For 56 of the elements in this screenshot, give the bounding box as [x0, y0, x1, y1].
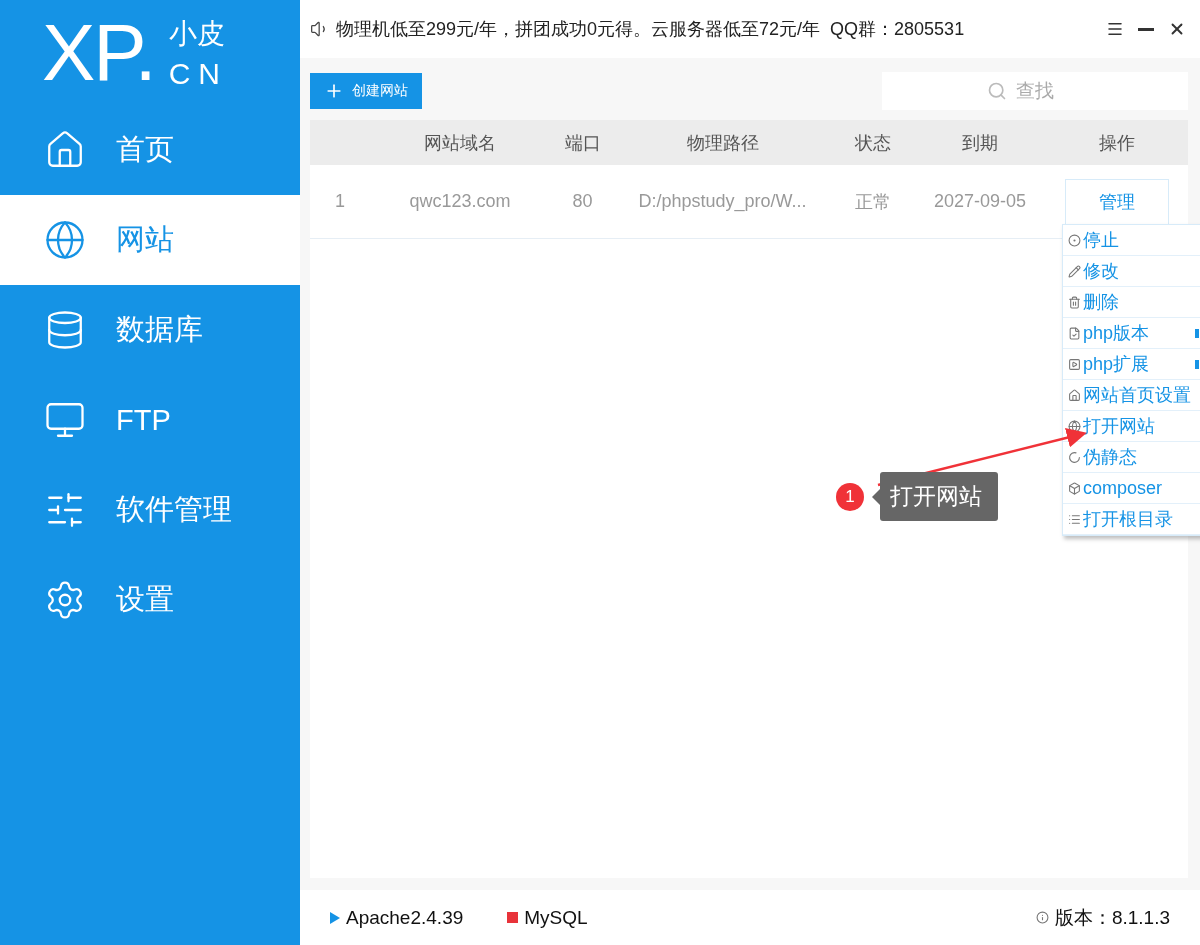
- table-cell-text: 2027-09-05: [932, 191, 1028, 212]
- pencil-icon: [1068, 264, 1081, 278]
- table-cell-text: qwc123.com: [408, 191, 512, 212]
- menu-icon: [1106, 20, 1124, 38]
- menu-item[interactable]: php版本: [1063, 318, 1200, 349]
- menu-item[interactable]: 伪静态: [1063, 442, 1200, 473]
- menu-item[interactable]: 修改: [1063, 256, 1200, 287]
- column-header: 状态: [853, 131, 892, 155]
- table-cell-text: 80: [571, 191, 594, 212]
- service-status[interactable]: MySQL: [507, 906, 588, 929]
- annotation-tooltip: 打开网站: [880, 472, 998, 521]
- table-cell-text: 1: [334, 191, 346, 212]
- stop-icon: [507, 912, 519, 923]
- list-icon: [1068, 512, 1081, 526]
- sidebar-item[interactable]: 软件管理: [0, 465, 300, 555]
- menu-item[interactable]: 网站首页设置: [1063, 380, 1200, 411]
- version-text: 版本：8.1.1.3: [1054, 905, 1170, 930]
- globe-icon: [44, 219, 86, 261]
- sidebar-item[interactable]: 首页: [0, 105, 300, 195]
- trash-icon: [1068, 295, 1081, 309]
- create-site-button[interactable]: 创建网站: [310, 73, 422, 109]
- menu-item[interactable]: 停止: [1063, 225, 1200, 256]
- column-header: 网站域名: [423, 131, 497, 155]
- menu-item[interactable]: 删除: [1063, 287, 1200, 318]
- logo-subtitle: CN: [168, 56, 228, 91]
- ring-icon: [1068, 450, 1081, 464]
- minimize-icon: [1138, 27, 1154, 31]
- column-header: 操作: [1097, 131, 1136, 155]
- dot-circle-icon: [1068, 233, 1081, 247]
- table-cell-text: 正常: [853, 190, 892, 214]
- menu-item[interactable]: php扩展: [1063, 349, 1200, 380]
- sidebar-item[interactable]: 网站: [0, 195, 300, 285]
- menu-item[interactable]: 打开根目录: [1063, 504, 1200, 535]
- house-icon: [1068, 388, 1081, 402]
- search-field[interactable]: 查找: [882, 72, 1188, 110]
- file-icon: [1068, 326, 1081, 340]
- sidebar-item[interactable]: 设置: [0, 555, 300, 645]
- manage-button[interactable]: 管理: [1064, 178, 1169, 225]
- logo-title: 小皮: [168, 16, 226, 51]
- notice-text: 物理机低至299元/年，拼团成功0元得。云服务器低至72元/年 QQ群：2805531: [336, 18, 966, 41]
- menu-item[interactable]: composer: [1063, 473, 1200, 504]
- sidebar-item[interactable]: 数据库: [0, 285, 300, 375]
- service-status[interactable]: Apache2.4.39: [330, 906, 464, 929]
- info-icon: [1035, 911, 1049, 924]
- column-header: 物理路径: [685, 131, 760, 155]
- table-cell-text: D:/phpstudy_pro/W...: [637, 191, 808, 212]
- box-icon: [1068, 481, 1081, 495]
- menu-item[interactable]: 打开网站: [1063, 411, 1200, 442]
- globe-icon: [1068, 419, 1081, 433]
- play-icon: [330, 911, 340, 924]
- search-icon: [987, 81, 1007, 101]
- logo-mark: XP.: [42, 12, 155, 93]
- column-header: 到期: [961, 131, 999, 155]
- play-square-icon: [1068, 357, 1081, 371]
- sidebar-item[interactable]: FTP: [0, 375, 300, 465]
- column-header: 端口: [563, 131, 602, 155]
